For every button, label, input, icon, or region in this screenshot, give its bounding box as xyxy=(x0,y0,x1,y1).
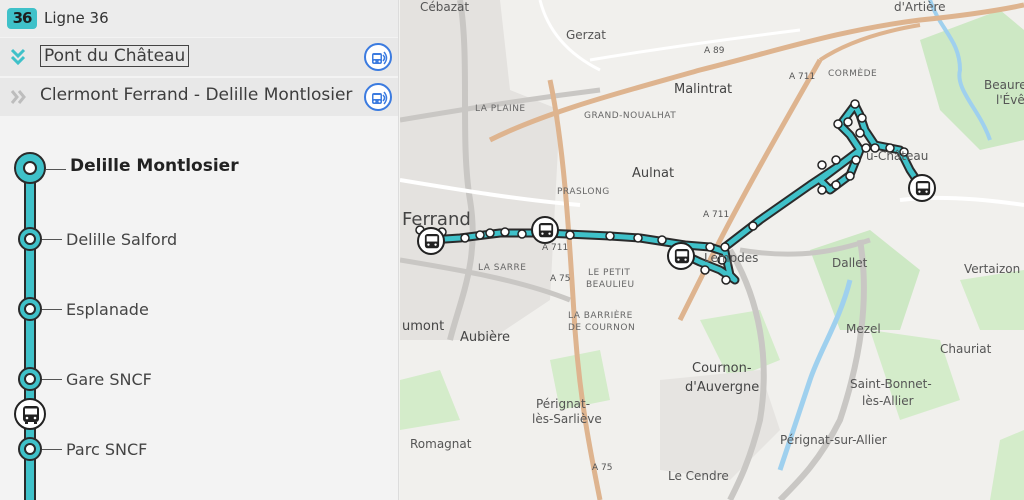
bus-wifi-icon xyxy=(372,51,388,65)
stop-dot xyxy=(18,437,42,461)
place-label: Pérignat- xyxy=(536,397,591,411)
line-header: 36 Ligne 36 xyxy=(0,0,398,37)
place-label: Ferrand xyxy=(402,209,471,230)
place-label: DE COURNON xyxy=(568,323,636,333)
stop-dot xyxy=(14,152,46,184)
place-label: Gerzat xyxy=(566,28,606,42)
stop-connector xyxy=(42,239,62,240)
place-label: BEAULIEU xyxy=(586,280,635,290)
place-label: Beaure xyxy=(984,78,1024,92)
stop-dot xyxy=(18,227,42,251)
place-label: d'Artière xyxy=(894,0,946,14)
place-label: umont xyxy=(402,319,445,334)
place-label: Chauriat xyxy=(940,342,992,356)
map-bus-marker[interactable] xyxy=(531,216,559,244)
place-label: lès-Allier xyxy=(862,394,914,408)
stop-label: Delille Montlosier xyxy=(70,156,239,176)
stop-dot xyxy=(18,297,42,321)
stop-item[interactable]: Delille Salford xyxy=(0,223,398,253)
stop-dot xyxy=(18,367,42,391)
place-label: PRASLONG xyxy=(557,187,610,197)
stop-connector xyxy=(42,309,62,310)
line-title: Ligne 36 xyxy=(44,9,109,27)
place-label: LE PETIT xyxy=(588,268,631,278)
stop-connector xyxy=(42,449,62,450)
place-label: LA BARRIÈRE xyxy=(568,311,633,321)
route-map[interactable]: Cébazat Gerzat d'Artière Beaure l'Évê CO… xyxy=(400,0,1024,500)
place-label: Saint-Bonnet- xyxy=(850,377,932,391)
stop-item[interactable]: Parc SNCF xyxy=(0,433,398,463)
bus-icon xyxy=(424,234,440,249)
bus-position-marker[interactable] xyxy=(14,398,46,430)
place-label: lès-Sarliève xyxy=(532,412,602,426)
place-label: Cournon- xyxy=(692,361,752,376)
direction-clermont-ferrand[interactable]: Clermont Ferrand - Delille Montlosier xyxy=(0,78,398,116)
stop-item[interactable]: Gare SNCF xyxy=(0,363,398,393)
stop-item[interactable]: Esplanade xyxy=(0,293,398,323)
road-label: A 711 xyxy=(703,210,730,220)
map-bus-marker[interactable] xyxy=(417,227,445,255)
place-label: Aulnat xyxy=(632,166,675,181)
bus-icon xyxy=(538,223,554,238)
map-base xyxy=(400,0,1024,500)
road-label: A 89 xyxy=(704,46,725,56)
stop-label: Esplanade xyxy=(66,300,149,319)
map-bus-marker[interactable] xyxy=(667,242,695,270)
stop-connector xyxy=(46,169,66,170)
bus-realtime-button[interactable] xyxy=(364,83,392,111)
stop-label: Delille Salford xyxy=(66,230,178,249)
place-label: GRAND-NOUALHAT xyxy=(584,111,677,121)
direction-label: Clermont Ferrand - Delille Montlosier xyxy=(40,85,353,105)
place-label: Aubière xyxy=(460,330,511,345)
stop-connector xyxy=(42,379,62,380)
place-label: u-Château xyxy=(866,149,929,163)
bus-icon xyxy=(915,181,931,196)
stop-item[interactable]: Delille Montlosier xyxy=(0,152,398,184)
place-label: Lempdes xyxy=(704,251,759,265)
road-label: A 711 xyxy=(542,243,569,253)
bus-icon xyxy=(674,249,690,264)
place-label: LA SARRE xyxy=(478,263,527,273)
place-label: Cébazat xyxy=(420,0,470,14)
place-label: LA PLAINE xyxy=(475,104,526,114)
place-label: Malintrat xyxy=(674,82,733,97)
road-label: A 75 xyxy=(592,463,613,473)
road-label: A 75 xyxy=(550,274,571,284)
place-label: Mezel xyxy=(846,322,881,336)
line-number-badge: 36 xyxy=(7,8,37,29)
place-label: CORMÈDE xyxy=(828,69,878,79)
place-label: Vertaizon xyxy=(964,262,1021,276)
place-label: Pérignat-sur-Allier xyxy=(780,433,887,447)
place-label: d'Auvergne xyxy=(685,380,760,395)
bus-wifi-icon xyxy=(372,91,388,105)
place-label: Romagnat xyxy=(410,437,472,451)
bus-realtime-button[interactable] xyxy=(364,43,392,71)
itinerary-panel: 36 Ligne 36 Pont du Château Clermont Fer… xyxy=(0,0,399,500)
direction-pont-du-chateau[interactable]: Pont du Château xyxy=(0,38,398,76)
stop-label: Parc SNCF xyxy=(66,440,148,459)
map-bus-marker[interactable] xyxy=(908,174,936,202)
road-label: A 711 xyxy=(789,72,816,82)
direction-label: Pont du Château xyxy=(40,45,190,67)
place-label: Le Cendre xyxy=(668,469,729,483)
double-chevron-right-icon xyxy=(10,90,26,104)
stop-label: Gare SNCF xyxy=(66,370,152,389)
place-label: l'Évê xyxy=(996,93,1024,107)
bus-icon xyxy=(23,406,39,424)
stop-list: Delille Montlosier Delille Salford Espla… xyxy=(0,118,398,500)
place-label: Dallet xyxy=(832,256,868,270)
double-chevron-down-icon xyxy=(10,48,26,66)
